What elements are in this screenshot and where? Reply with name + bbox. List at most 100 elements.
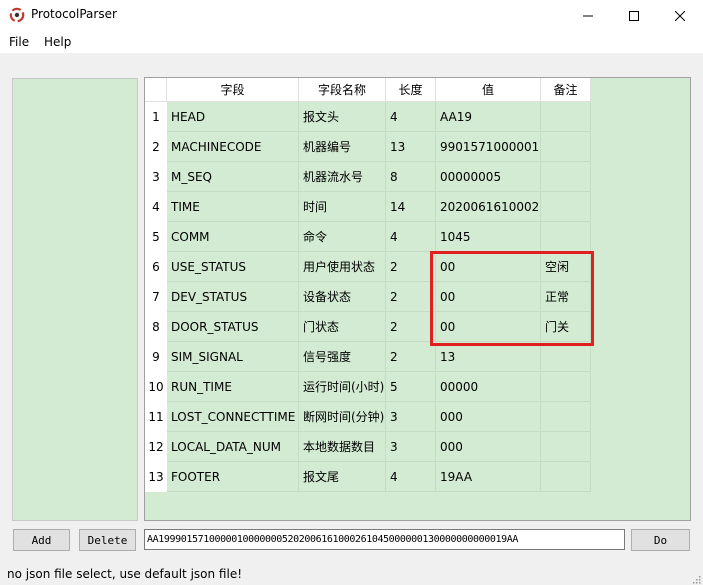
row-number[interactable]: 4 <box>145 192 167 222</box>
cell-length[interactable]: 2 <box>386 252 436 282</box>
cell-note[interactable] <box>541 132 591 162</box>
cell-value[interactable]: 000 <box>436 402 541 432</box>
file-list-panel[interactable] <box>12 78 138 521</box>
table-row[interactable]: 3 M_SEQ 机器流水号 8 00000005 <box>145 162 591 192</box>
cell-length[interactable]: 8 <box>386 162 436 192</box>
message-input[interactable]: AA19990157100000100000005202006161000261… <box>144 529 625 550</box>
close-button[interactable] <box>657 0 703 31</box>
cell-field[interactable]: RUN_TIME <box>167 372 299 402</box>
table-row[interactable]: 11 LOST_CONNECTTIME 断网时间(分钟) 3 000 <box>145 402 591 432</box>
cell-length[interactable]: 13 <box>386 132 436 162</box>
delete-button[interactable]: Delete <box>79 529 136 551</box>
cell-field[interactable]: HEAD <box>167 102 299 132</box>
cell-field[interactable]: COMM <box>167 222 299 252</box>
field-table[interactable]: 字段 字段名称 长度 值 备注 1 HEAD 报文头 4 AA19 2 MACHINECOD… <box>144 77 691 521</box>
add-button[interactable]: Add <box>13 529 70 551</box>
table-row[interactable]: 8 DOOR_STATUS 门状态 2 00 门关 <box>145 312 591 342</box>
cell-length[interactable]: 4 <box>386 462 436 492</box>
cell-value[interactable]: 00 <box>436 252 541 282</box>
row-number[interactable]: 5 <box>145 222 167 252</box>
maximize-button[interactable] <box>611 0 657 31</box>
cell-value[interactable]: 000 <box>436 432 541 462</box>
cell-note[interactable] <box>541 222 591 252</box>
header-length[interactable]: 长度 <box>386 78 436 102</box>
table-row[interactable]: 5 COMM 命令 4 1045 <box>145 222 591 252</box>
row-number[interactable]: 6 <box>145 252 167 282</box>
cell-value[interactable]: 00000005 <box>436 162 541 192</box>
cell-note[interactable] <box>541 192 591 222</box>
resize-grip-icon[interactable] <box>691 573 701 584</box>
cell-field-name[interactable]: 用户使用状态 <box>299 252 386 282</box>
cell-field-name[interactable]: 设备状态 <box>299 282 386 312</box>
cell-note[interactable]: 空闲 <box>541 252 591 282</box>
cell-field-name[interactable]: 机器编号 <box>299 132 386 162</box>
cell-note[interactable] <box>541 342 591 372</box>
cell-note[interactable] <box>541 102 591 132</box>
table-row[interactable]: 2 MACHINECODE 机器编号 13 9901571000001 <box>145 132 591 162</box>
cell-note[interactable] <box>541 432 591 462</box>
do-button[interactable]: Do <box>631 529 690 551</box>
cell-value[interactable]: 20200616100026 <box>436 192 541 222</box>
row-number[interactable]: 13 <box>145 462 167 492</box>
menu-file[interactable]: File <box>9 35 29 49</box>
table-row[interactable]: 7 DEV_STATUS 设备状态 2 00 正常 <box>145 282 591 312</box>
header-value[interactable]: 值 <box>436 78 541 102</box>
cell-field-name[interactable]: 断网时间(分钟) <box>299 402 386 432</box>
cell-value[interactable]: 00 <box>436 282 541 312</box>
menu-help[interactable]: Help <box>44 35 71 49</box>
cell-value[interactable]: 19AA <box>436 462 541 492</box>
cell-length[interactable]: 2 <box>386 342 436 372</box>
cell-length[interactable]: 3 <box>386 402 436 432</box>
cell-field[interactable]: USE_STATUS <box>167 252 299 282</box>
cell-field[interactable]: LOCAL_DATA_NUM <box>167 432 299 462</box>
cell-field-name[interactable]: 本地数据数目 <box>299 432 386 462</box>
cell-note[interactable]: 门关 <box>541 312 591 342</box>
table-row[interactable]: 10 RUN_TIME 运行时间(小时) 5 00000 <box>145 372 591 402</box>
cell-field-name[interactable]: 报文头 <box>299 102 386 132</box>
cell-field[interactable]: TIME <box>167 192 299 222</box>
cell-field-name[interactable]: 运行时间(小时) <box>299 372 386 402</box>
table-row[interactable]: 9 SIM_SIGNAL 信号强度 2 13 <box>145 342 591 372</box>
cell-field[interactable]: DOOR_STATUS <box>167 312 299 342</box>
cell-length[interactable]: 2 <box>386 282 436 312</box>
table-row[interactable]: 13 FOOTER 报文尾 4 19AA <box>145 462 591 492</box>
cell-value[interactable]: 9901571000001 <box>436 132 541 162</box>
cell-value[interactable]: 13 <box>436 342 541 372</box>
row-number[interactable]: 10 <box>145 372 167 402</box>
cell-note[interactable]: 正常 <box>541 282 591 312</box>
cell-value[interactable]: 00 <box>436 312 541 342</box>
header-field[interactable]: 字段 <box>167 78 299 102</box>
cell-note[interactable] <box>541 402 591 432</box>
cell-field-name[interactable]: 信号强度 <box>299 342 386 372</box>
header-field-name[interactable]: 字段名称 <box>299 78 386 102</box>
row-number[interactable]: 1 <box>145 102 167 132</box>
row-number[interactable]: 3 <box>145 162 167 192</box>
cell-length[interactable]: 2 <box>386 312 436 342</box>
cell-length[interactable]: 3 <box>386 432 436 462</box>
cell-field-name[interactable]: 门状态 <box>299 312 386 342</box>
cell-field[interactable]: SIM_SIGNAL <box>167 342 299 372</box>
cell-field-name[interactable]: 命令 <box>299 222 386 252</box>
cell-note[interactable] <box>541 462 591 492</box>
table-row[interactable]: 12 LOCAL_DATA_NUM 本地数据数目 3 000 <box>145 432 591 462</box>
cell-field[interactable]: MACHINECODE <box>167 132 299 162</box>
cell-field[interactable]: DEV_STATUS <box>167 282 299 312</box>
cell-field[interactable]: FOOTER <box>167 462 299 492</box>
cell-length[interactable]: 4 <box>386 102 436 132</box>
row-number[interactable]: 12 <box>145 432 167 462</box>
cell-field[interactable]: M_SEQ <box>167 162 299 192</box>
cell-length[interactable]: 5 <box>386 372 436 402</box>
cell-length[interactable]: 14 <box>386 192 436 222</box>
cell-field-name[interactable]: 机器流水号 <box>299 162 386 192</box>
minimize-button[interactable] <box>565 0 611 31</box>
cell-field-name[interactable]: 时间 <box>299 192 386 222</box>
cell-note[interactable] <box>541 372 591 402</box>
table-row[interactable]: 6 USE_STATUS 用户使用状态 2 00 空闲 <box>145 252 591 282</box>
cell-value[interactable]: AA19 <box>436 102 541 132</box>
header-note[interactable]: 备注 <box>541 78 591 102</box>
cell-value[interactable]: 1045 <box>436 222 541 252</box>
table-row[interactable]: 1 HEAD 报文头 4 AA19 <box>145 102 591 132</box>
row-number[interactable]: 9 <box>145 342 167 372</box>
cell-value[interactable]: 00000 <box>436 372 541 402</box>
cell-length[interactable]: 4 <box>386 222 436 252</box>
